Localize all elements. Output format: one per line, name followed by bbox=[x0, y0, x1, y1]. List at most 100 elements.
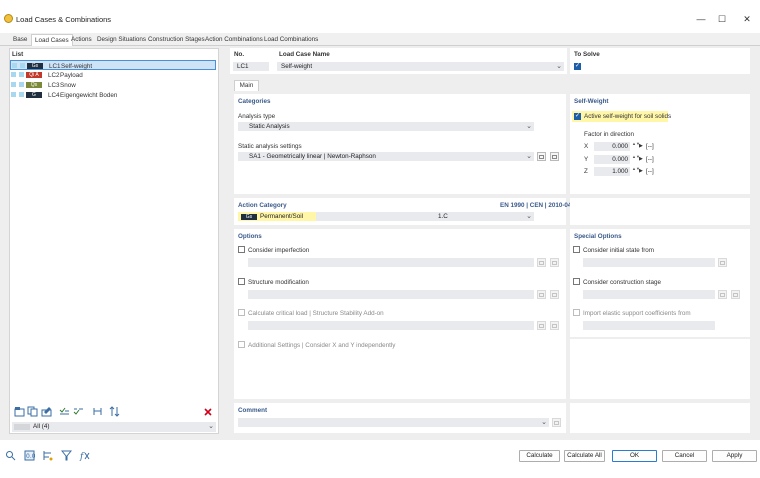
tab-load-combinations[interactable]: Load Combinations bbox=[261, 34, 321, 46]
load-case-code: LC3 bbox=[48, 81, 60, 89]
edit-icon[interactable] bbox=[41, 406, 52, 417]
calculate-all-button[interactable]: Calculate All bbox=[564, 450, 605, 462]
new-imperfection-button[interactable] bbox=[537, 258, 546, 267]
close-button[interactable]: ✕ bbox=[740, 13, 754, 25]
load-case-code: LC2 bbox=[48, 71, 60, 79]
structure-modification-checkbox[interactable] bbox=[238, 278, 245, 285]
edit-settings-button[interactable] bbox=[550, 152, 559, 161]
play-arrow-icon[interactable]: ▶ bbox=[639, 143, 643, 149]
factor-value: 0.000 bbox=[612, 143, 628, 150]
imperfection-select[interactable] bbox=[248, 258, 534, 267]
structure-modification-select[interactable] bbox=[248, 290, 534, 299]
play-arrow-icon[interactable]: ▶ bbox=[639, 168, 643, 174]
construction-stage-checkbox[interactable] bbox=[573, 278, 580, 285]
row-marker-icon bbox=[11, 72, 16, 77]
edit-stability-button[interactable] bbox=[550, 321, 559, 330]
tab-design-situations[interactable]: Design Situations bbox=[94, 34, 149, 46]
action-category-select[interactable]: Gs Permanent/Soil 1.C ⌄ bbox=[238, 212, 534, 221]
title-bar bbox=[0, 10, 760, 30]
uncheck-all-icon[interactable] bbox=[73, 406, 84, 417]
tab-actions[interactable]: Actions bbox=[68, 34, 95, 46]
list-item[interactable]: Qs LC3 Snow bbox=[10, 80, 216, 90]
edit-modification-button[interactable] bbox=[550, 290, 559, 299]
row-marker-icon bbox=[19, 92, 24, 97]
consider-imperfection-checkbox[interactable] bbox=[238, 246, 245, 253]
elastic-support-checkbox[interactable] bbox=[573, 309, 580, 316]
active-self-weight-checkbox[interactable]: ✓ bbox=[574, 113, 581, 120]
construction-stage-select[interactable] bbox=[583, 290, 715, 299]
elastic-support-select[interactable] bbox=[583, 321, 715, 330]
renumber-icon[interactable] bbox=[92, 406, 103, 417]
factor-input[interactable]: 1.000 bbox=[594, 167, 630, 176]
svg-text:f: f bbox=[79, 452, 85, 461]
new-modification-button[interactable] bbox=[537, 290, 546, 299]
copy-icon[interactable] bbox=[27, 406, 38, 417]
critical-load-select[interactable] bbox=[248, 321, 534, 330]
factor-spinner[interactable]: ▲▼ bbox=[632, 141, 640, 151]
delete-icon[interactable] bbox=[203, 407, 213, 417]
chevron-down-icon: ⌄ bbox=[556, 63, 562, 70]
additional-settings-checkbox[interactable] bbox=[238, 341, 245, 348]
chevron-down-icon: ⌄ bbox=[526, 153, 532, 160]
no-field[interactable]: LC1 bbox=[233, 62, 269, 71]
factor-input[interactable]: 0.000 bbox=[594, 154, 630, 164]
static-settings-select[interactable]: SA1 - Geometrically linear | Newton-Raph… bbox=[238, 152, 534, 161]
critical-load-checkbox[interactable] bbox=[238, 309, 245, 316]
factor-input[interactable]: 0.000 bbox=[594, 142, 630, 151]
row-marker-icon bbox=[19, 72, 24, 77]
edit-stage-button[interactable] bbox=[731, 290, 740, 299]
tab-base[interactable]: Base bbox=[10, 34, 30, 46]
filter-icon[interactable] bbox=[61, 450, 72, 461]
cancel-button[interactable]: Cancel bbox=[662, 450, 707, 462]
to-solve-checkbox[interactable]: ✓ bbox=[574, 63, 581, 70]
initial-state-checkbox[interactable] bbox=[573, 246, 580, 253]
list-item[interactable]: G LC4 Eigengewicht Boden bbox=[10, 90, 216, 100]
comment-select[interactable]: ⌄ bbox=[238, 418, 549, 427]
new-stability-button[interactable] bbox=[537, 321, 546, 330]
svg-text:0.0: 0.0 bbox=[26, 453, 35, 460]
ok-button[interactable]: OK bbox=[612, 450, 657, 462]
action-badge: Qi A bbox=[26, 72, 42, 78]
factor-unit: [--] bbox=[646, 143, 654, 150]
list-item[interactable]: Qi A LC2 Payload bbox=[10, 70, 216, 80]
new-stage-button[interactable] bbox=[718, 290, 727, 299]
edit-imperfection-button[interactable] bbox=[550, 258, 559, 267]
new-icon[interactable] bbox=[14, 406, 25, 417]
maximize-button[interactable]: ☐ bbox=[715, 13, 729, 25]
special-options-divider bbox=[570, 337, 750, 339]
action-badge: Gs bbox=[27, 63, 43, 69]
calculate-button[interactable]: Calculate bbox=[519, 450, 560, 462]
critical-load-label: Calculate critical load | Structure Stab… bbox=[248, 310, 384, 317]
chevron-down-icon: ⌄ bbox=[526, 213, 532, 220]
window-title: Load Cases & Combinations bbox=[16, 15, 112, 24]
model-icon[interactable] bbox=[42, 450, 53, 461]
check-all-icon[interactable] bbox=[59, 406, 70, 417]
load-case-name-select[interactable]: Self-weight ⌄ bbox=[277, 62, 564, 71]
apply-button[interactable]: Apply bbox=[712, 450, 757, 462]
edit-initial-state-button[interactable] bbox=[718, 258, 727, 267]
tab-load-cases[interactable]: Load Cases bbox=[31, 34, 73, 46]
row-marker-icon bbox=[11, 82, 16, 87]
sort-icon[interactable] bbox=[109, 406, 120, 417]
initial-state-select[interactable] bbox=[583, 258, 715, 267]
formula-icon[interactable]: f bbox=[79, 450, 90, 461]
factor-spinner[interactable]: ▲▼ bbox=[632, 154, 640, 164]
factor-value: 1.000 bbox=[612, 168, 628, 175]
action-category-value: Permanent/Soil bbox=[260, 213, 304, 220]
minimize-button[interactable]: — bbox=[694, 13, 708, 25]
comment-edit-button[interactable] bbox=[552, 418, 561, 427]
load-case-code: LC4 bbox=[48, 91, 60, 99]
tab-construction-stages[interactable]: Construction Stages bbox=[145, 34, 208, 46]
tab-action-combinations[interactable]: Action Combinations bbox=[202, 34, 266, 46]
list-filter-select[interactable]: All (4) ⌄ bbox=[12, 422, 216, 432]
play-arrow-icon[interactable]: ▶ bbox=[639, 156, 643, 162]
new-settings-button[interactable] bbox=[537, 152, 546, 161]
factor-spinner[interactable]: ▲▼ bbox=[632, 166, 640, 176]
list-toolbar bbox=[14, 406, 124, 417]
tab-bar: Base Load Cases Actions Design Situation… bbox=[0, 33, 760, 46]
analysis-type-select[interactable]: Static Analysis ⌄ bbox=[238, 122, 534, 131]
tab-main[interactable]: Main bbox=[234, 80, 259, 91]
search-icon[interactable] bbox=[5, 450, 16, 461]
list-item[interactable]: Gs LC1 Self-weight bbox=[10, 60, 216, 70]
units-icon[interactable]: 0.0 bbox=[24, 450, 35, 461]
